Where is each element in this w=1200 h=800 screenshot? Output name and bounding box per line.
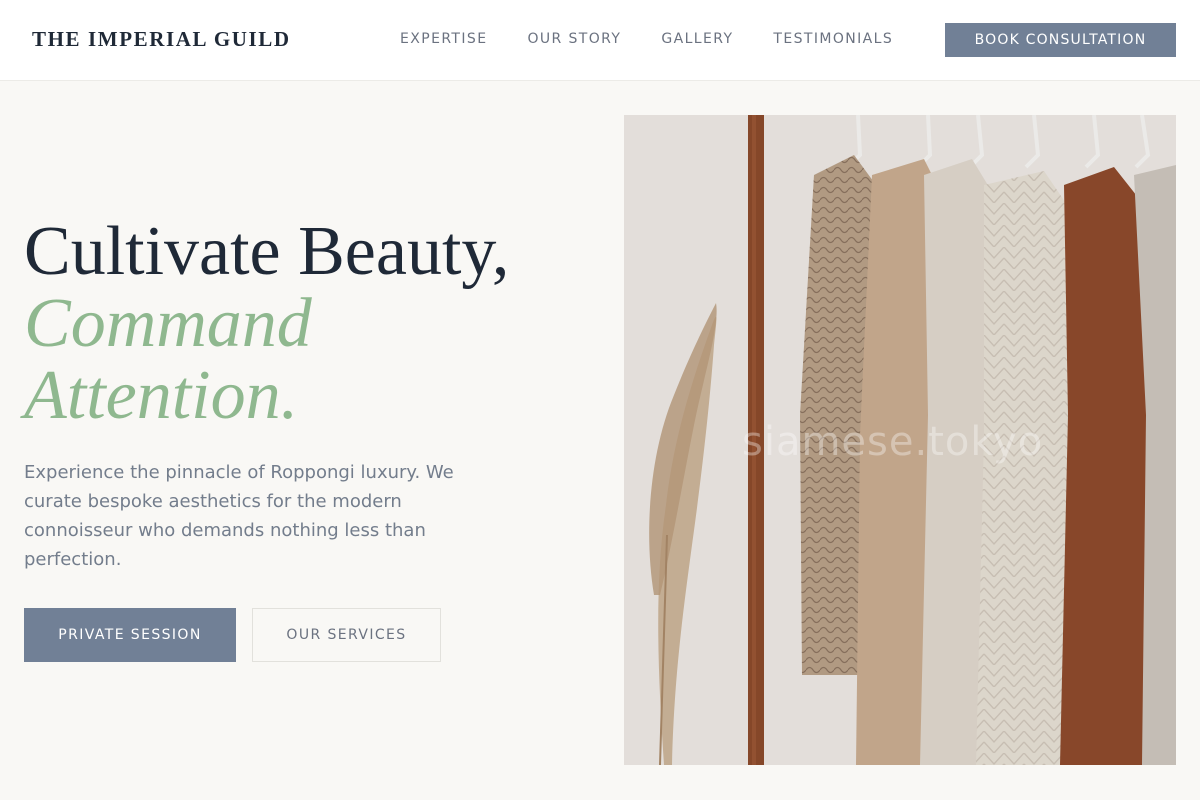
- site-header: THE IMPERIAL GUILD EXPERTISE OUR STORY G…: [0, 0, 1200, 81]
- nav-item-gallery[interactable]: GALLERY: [661, 31, 733, 47]
- book-consultation-button[interactable]: BOOK CONSULTATION: [945, 23, 1176, 57]
- hero-description: Experience the pinnacle of Roppongi luxu…: [24, 462, 454, 570]
- hero-title-line-2: Command: [24, 285, 312, 362]
- private-session-button[interactable]: PRIVATE SESSION: [24, 608, 236, 662]
- image-watermark: siamese.tokyo: [742, 419, 1044, 465]
- hero-title-line-3: Attention.: [24, 357, 299, 434]
- brand-logo[interactable]: THE IMPERIAL GUILD: [32, 27, 291, 52]
- hero-title-line-1: Cultivate Beauty,: [24, 213, 510, 290]
- main-nav: EXPERTISE OUR STORY GALLERY TESTIMONIALS: [400, 31, 933, 47]
- our-services-button[interactable]: OUR SERVICES: [252, 608, 441, 662]
- hero-image: siamese.tokyo: [624, 115, 1176, 765]
- hero-title: Cultivate Beauty, Command Attention.: [24, 216, 509, 432]
- nav-item-our-story[interactable]: OUR STORY: [527, 31, 621, 47]
- nav-item-testimonials[interactable]: TESTIMONIALS: [773, 31, 893, 47]
- nav-item-expertise[interactable]: EXPERTISE: [400, 31, 487, 47]
